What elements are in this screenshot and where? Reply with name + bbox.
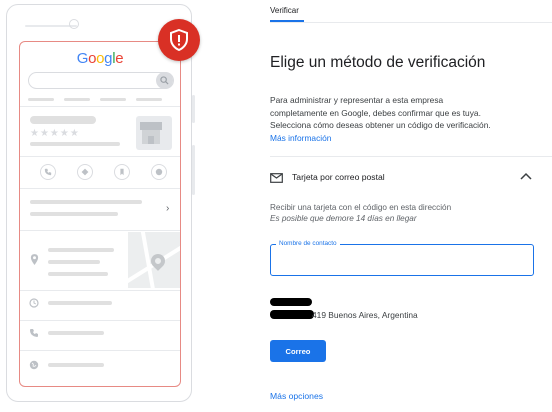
text-placeholder <box>30 142 120 146</box>
postal-card-description: Recibir una tarjeta con el código en est… <box>270 203 452 212</box>
map-pin-icon <box>28 254 40 268</box>
shield-alert-icon <box>158 19 200 61</box>
text-placeholder <box>48 363 104 367</box>
description-line: completamente en Google, debes confirmar… <box>270 107 481 118</box>
mail-icon <box>270 173 283 183</box>
redacted-text <box>270 310 314 319</box>
contact-name-field[interactable]: Nombre de contacto <box>270 240 534 276</box>
description-line: Selecciona cómo deseas obtener un código… <box>270 120 491 131</box>
logo-letter: e <box>115 50 124 67</box>
more-options-link[interactable]: Más opciones <box>270 391 323 401</box>
share-icon <box>151 164 167 180</box>
delivery-time-note: Es posible que demore 14 días en llegar <box>270 214 417 223</box>
page-title: Elige un método de verificación <box>270 54 486 71</box>
chevron-right-icon: › <box>166 203 170 214</box>
mailing-address: 419 Buenos Aires, Argentina <box>312 310 418 320</box>
phone-icon <box>40 164 56 180</box>
mail-submit-button[interactable]: Correo <box>270 340 326 362</box>
divider <box>20 350 180 351</box>
text-placeholder <box>48 272 108 276</box>
contact-name-input[interactable] <box>277 253 525 271</box>
more-info-link[interactable]: Más información <box>270 133 331 143</box>
map-thumbnail <box>128 232 180 288</box>
tabs-placeholder <box>28 98 162 101</box>
text-placeholder <box>48 260 100 264</box>
phone-screen: Google ★★★★★ › <box>19 41 181 387</box>
phone-side-button <box>192 145 195 195</box>
breadcrumb[interactable]: Verificar <box>270 6 299 15</box>
divider <box>20 188 180 189</box>
logo-letter: o <box>88 50 97 67</box>
contact-name-label: Nombre de contacto <box>276 240 340 247</box>
text-placeholder <box>48 301 112 305</box>
divider <box>20 230 180 231</box>
logo-letter: o <box>96 50 105 67</box>
divider <box>270 22 552 23</box>
camera-dot <box>69 19 79 29</box>
text-placeholder <box>48 248 114 252</box>
divider <box>20 106 180 107</box>
text-placeholder <box>48 331 104 335</box>
divider <box>270 156 552 157</box>
globe-icon <box>28 360 40 373</box>
postal-card-option-title[interactable]: Tarjeta por correo postal <box>292 172 385 182</box>
redacted-text <box>270 298 312 306</box>
bookmark-icon <box>114 164 130 180</box>
logo-letter: G <box>76 50 89 67</box>
phone-illustration: Google ★★★★★ › <box>6 4 195 402</box>
page-description: Para administrar y representar a esta em… <box>270 94 546 132</box>
directions-icon <box>77 164 93 180</box>
rating-stars: ★★★★★ <box>30 128 80 139</box>
search-bar-illustration <box>28 72 174 89</box>
shop-icon <box>136 116 172 150</box>
phone-icon <box>28 328 40 341</box>
phone-side-button <box>192 95 195 123</box>
text-placeholder <box>30 212 118 216</box>
divider <box>20 290 180 291</box>
search-icon <box>156 72 173 89</box>
logo-letter: g <box>104 50 113 67</box>
business-name-placeholder <box>30 116 96 124</box>
google-logo: Google <box>20 50 180 67</box>
divider <box>20 320 180 321</box>
clock-icon <box>28 298 40 311</box>
description-line: Para administrar y representar a esta em… <box>270 95 444 105</box>
divider <box>20 156 180 157</box>
text-placeholder <box>30 200 142 204</box>
chevron-up-icon[interactable] <box>520 172 532 180</box>
